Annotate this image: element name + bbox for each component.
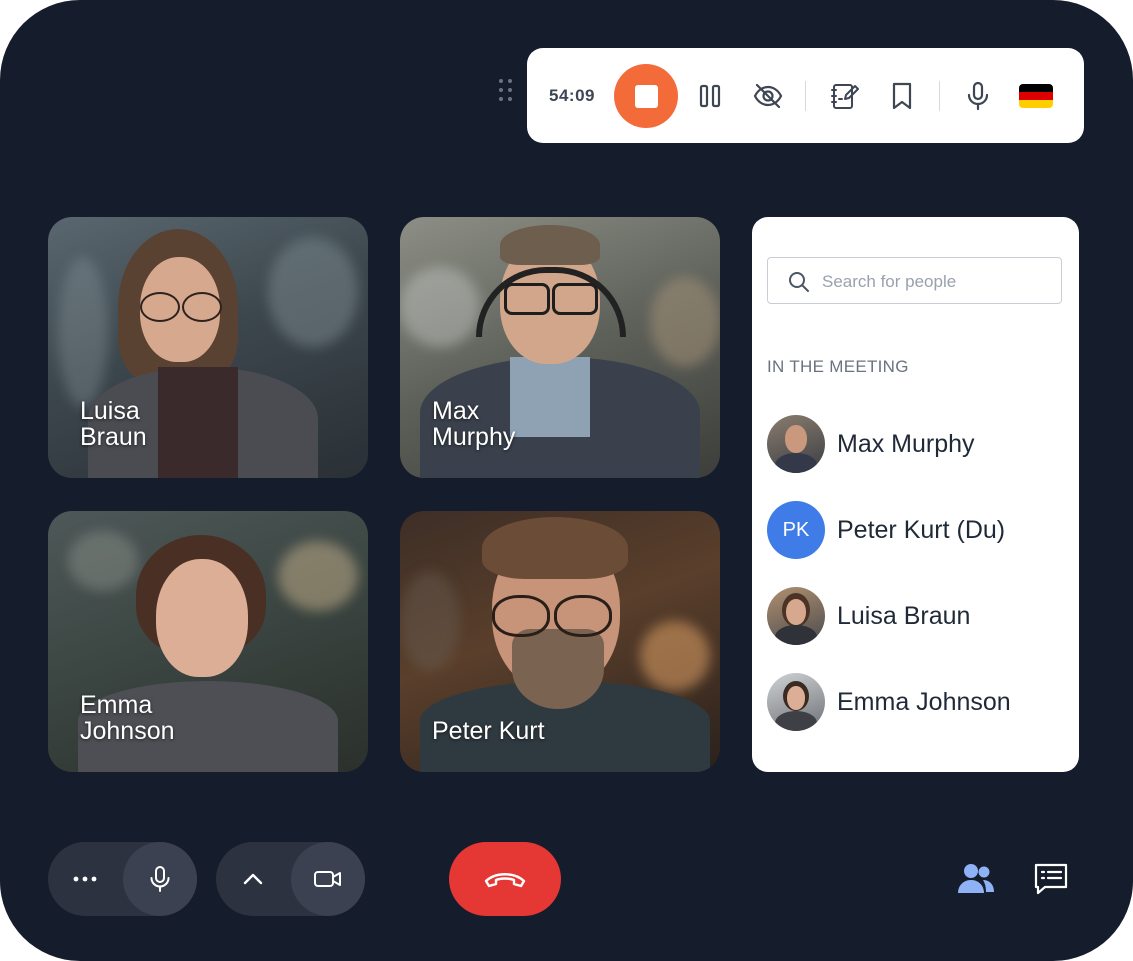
avatar: PK (767, 501, 825, 559)
chevron-up-icon (243, 873, 263, 885)
toolbar-divider (805, 81, 806, 111)
drag-handle-icon[interactable] (499, 79, 513, 103)
pause-icon[interactable] (694, 80, 726, 112)
participant-name: Peter Kurt (Du) (837, 516, 1006, 544)
eye-off-icon[interactable] (752, 80, 784, 112)
more-icon (73, 876, 97, 882)
toolbar-divider (939, 81, 940, 111)
participant-name: Max Murphy (432, 397, 516, 451)
notes-icon[interactable] (828, 80, 860, 112)
participants-icon (958, 864, 994, 893)
participant-name: Emma Johnson (80, 691, 175, 745)
bookmark-icon[interactable] (886, 80, 918, 112)
stop-recording-button[interactable] (614, 64, 678, 128)
more-options-button[interactable] (48, 842, 122, 916)
participant-name: Emma Johnson (837, 688, 1011, 716)
microphone-icon (150, 866, 170, 892)
participant-row-peter-kurt[interactable]: PK Peter Kurt (Du) (767, 501, 1067, 561)
participant-name: Luisa Braun (80, 397, 147, 451)
camera-button[interactable] (291, 842, 365, 916)
microphone-icon[interactable] (962, 80, 994, 112)
participant-row-emma-johnson[interactable]: Emma Johnson (767, 673, 1067, 733)
search-icon (789, 272, 809, 292)
participant-name: Peter Kurt (432, 717, 545, 745)
participants-panel: IN THE MEETING Max Murphy PK Peter Kurt … (752, 217, 1079, 772)
participant-row-luisa-braun[interactable]: Luisa Braun (767, 587, 1067, 647)
video-tile-peter-kurt[interactable]: Peter Kurt (400, 511, 720, 772)
chat-button[interactable] (1031, 859, 1071, 899)
video-options-button[interactable] (216, 842, 290, 916)
chat-icon (1034, 863, 1068, 895)
hang-up-icon (484, 873, 526, 888)
recording-timer: 54:09 (549, 86, 595, 105)
recording-toolbar: 54:09 (527, 48, 1084, 143)
flag-germany-icon[interactable] (1019, 84, 1053, 108)
avatar (767, 673, 825, 731)
avatar (767, 415, 825, 473)
participant-row-max-murphy[interactable]: Max Murphy (767, 415, 1067, 475)
audio-control-group (48, 842, 197, 916)
search-box (767, 257, 1062, 304)
video-control-group (216, 842, 365, 916)
participant-name: Luisa Braun (837, 602, 971, 630)
section-label: IN THE MEETING (767, 357, 909, 376)
video-tile-emma-johnson[interactable]: Emma Johnson (48, 511, 368, 772)
video-tile-max-murphy[interactable]: Max Murphy (400, 217, 720, 478)
search-input[interactable] (820, 266, 1054, 298)
end-call-button[interactable] (449, 842, 561, 916)
avatar (767, 587, 825, 645)
participants-button[interactable] (956, 859, 996, 899)
participant-name: Max Murphy (837, 430, 975, 458)
meeting-window: 54:09 Luisa Braun Max Murphy Emma Johnso… (0, 0, 1133, 961)
microphone-button[interactable] (123, 842, 197, 916)
video-tile-luisa-braun[interactable]: Luisa Braun (48, 217, 368, 478)
camera-icon (314, 871, 341, 887)
